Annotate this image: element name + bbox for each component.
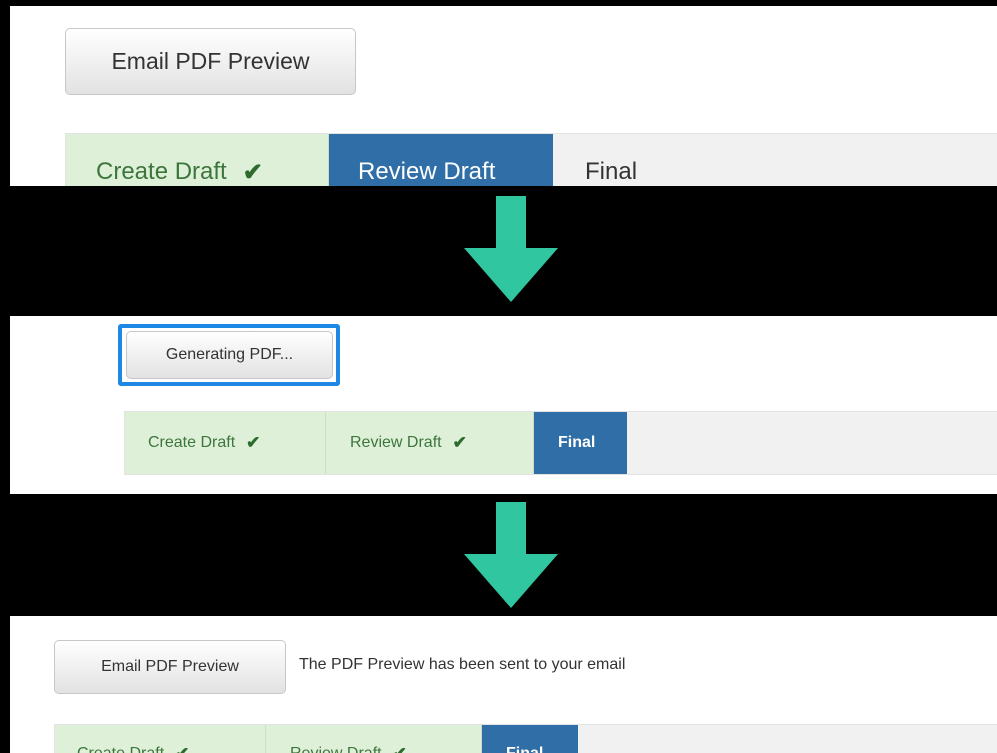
progress-steps: Create Draft ✔ Review Draft ✔ Final: [54, 724, 997, 753]
step-label: Final: [585, 158, 638, 185]
step-label: Create Draft: [148, 434, 236, 451]
checkmark-icon: ✔: [452, 433, 467, 452]
step-label: Final: [506, 745, 543, 753]
step-final[interactable]: Final: [534, 412, 627, 474]
progress-steps: Create Draft ✔ Review Draft Final: [65, 133, 997, 186]
checkmark-icon: ✔: [242, 158, 263, 186]
checkmark-icon: ✔: [393, 744, 407, 753]
sent-confirmation-message: The PDF Preview has been sent to your em…: [299, 656, 626, 673]
state-panel-initial: Email PDF Preview Create Draft ✔ Review …: [10, 6, 997, 186]
email-pdf-preview-button[interactable]: Email PDF Preview: [65, 28, 356, 95]
checkmark-icon: ✔: [175, 744, 189, 753]
step-final[interactable]: Final: [553, 134, 637, 186]
checkmark-icon: ✔: [246, 433, 261, 452]
step-create-draft[interactable]: Create Draft ✔: [66, 134, 329, 186]
step-label: Review Draft: [350, 434, 442, 451]
down-arrow-icon: [464, 502, 558, 608]
step-final[interactable]: Final: [482, 725, 578, 753]
step-review-draft[interactable]: Review Draft: [329, 134, 553, 186]
down-arrow-icon: [464, 196, 558, 302]
step-label: Create Draft: [77, 745, 164, 753]
step-create-draft[interactable]: Create Draft ✔: [125, 412, 326, 474]
step-label: Create Draft: [96, 158, 227, 185]
step-review-draft[interactable]: Review Draft ✔: [266, 725, 482, 753]
step-create-draft[interactable]: Create Draft ✔: [55, 725, 266, 753]
generating-pdf-button[interactable]: Generating PDF...: [126, 331, 333, 379]
state-panel-generating: Generating PDF... Create Draft ✔ Review …: [10, 316, 997, 494]
email-pdf-preview-button[interactable]: Email PDF Preview: [54, 640, 286, 694]
step-review-draft[interactable]: Review Draft ✔: [326, 412, 534, 474]
progress-steps: Create Draft ✔ Review Draft ✔ Final: [124, 411, 997, 475]
step-label: Review Draft: [290, 745, 382, 753]
state-panel-sent: Email PDF Preview The PDF Preview has be…: [10, 616, 997, 753]
step-label: Final: [558, 434, 596, 451]
step-label: Review Draft: [358, 158, 496, 185]
